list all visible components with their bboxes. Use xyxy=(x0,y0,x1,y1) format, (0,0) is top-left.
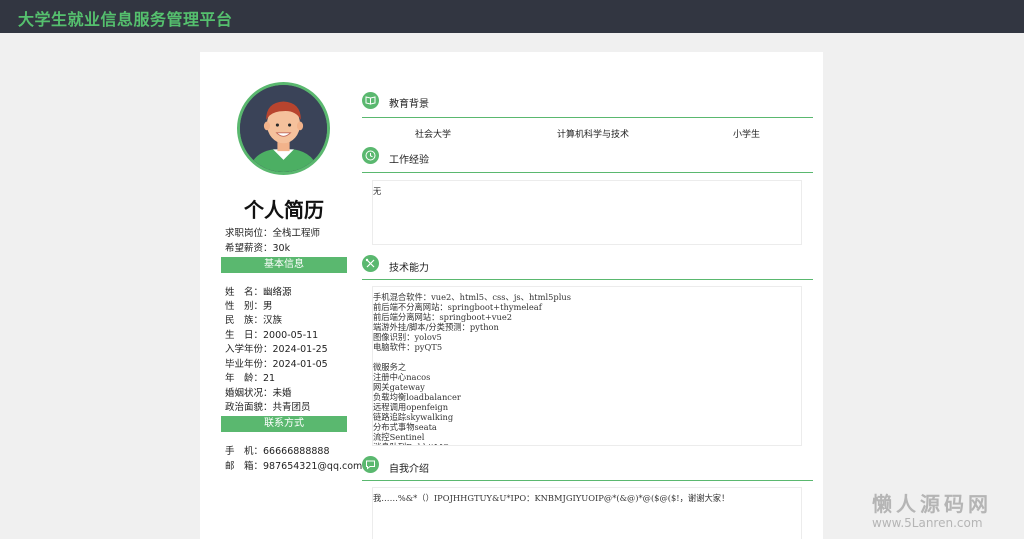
basic-value: 2000-05-11 xyxy=(263,330,319,341)
basic-info-band: 基本信息 xyxy=(221,257,347,273)
app-title: 大学生就业信息服务管理平台 xyxy=(18,10,233,29)
watermark-url: www.5Lanren.com xyxy=(872,516,983,530)
basic-row: 毕业年份：2024-01-05 xyxy=(225,356,328,370)
chat-icon xyxy=(362,456,379,473)
job-value: 全栈工程师 xyxy=(272,228,321,239)
intro-title: 自我介绍 xyxy=(389,464,429,475)
basic-value: 2024-01-05 xyxy=(272,359,328,370)
phone-value: 66666888888 xyxy=(263,446,330,457)
basic-label: 婚姻状况： xyxy=(225,388,273,399)
resume-heading: 个人简历 xyxy=(244,198,324,222)
basic-label: 民 族： xyxy=(225,315,264,326)
contact-label: 手 机： xyxy=(225,446,264,457)
basic-value: 男 xyxy=(263,301,273,312)
salary-label: 希望薪资： xyxy=(225,243,273,254)
intro-rule xyxy=(362,480,813,481)
education-degree: 小学生 xyxy=(733,130,761,140)
contact-label: 邮 箱： xyxy=(225,461,264,472)
education-title: 教育背景 xyxy=(389,99,429,110)
basic-label: 性 别： xyxy=(225,301,264,312)
skills-rule xyxy=(362,279,813,280)
avatar-illustration xyxy=(240,85,327,172)
basic-label: 入学年份： xyxy=(225,344,273,355)
contact-band: 联系方式 xyxy=(221,416,347,432)
contact-row: 邮 箱：987654321@qq.com xyxy=(225,458,362,472)
clock-icon xyxy=(362,147,379,164)
basic-label: 毕业年份： xyxy=(225,359,273,370)
education-major: 计算机科学与技术 xyxy=(557,130,630,140)
work-content: 无 xyxy=(372,180,802,245)
basic-row: 性 别：男 xyxy=(225,298,273,312)
basic-value: 共青团员 xyxy=(272,402,311,413)
basic-row: 民 族：汉族 xyxy=(225,312,282,326)
basic-label: 姓 名： xyxy=(225,287,264,298)
basic-row: 婚姻状况：未婚 xyxy=(225,385,292,399)
basic-value: 21 xyxy=(263,373,276,384)
education-rule xyxy=(362,117,813,118)
resume-card: 个人简历 求职岗位：全栈工程师 希望薪资：30k 基本信息 姓 名：幽络源 性 … xyxy=(200,52,823,539)
book-icon xyxy=(362,92,379,109)
basic-value: 2024-01-25 xyxy=(272,344,328,355)
avatar xyxy=(237,82,330,175)
contact-row: 手 机：66666888888 xyxy=(225,443,330,457)
basic-row: 姓 名：幽络源 xyxy=(225,284,292,298)
skills-title: 技术能力 xyxy=(389,263,429,274)
skills-content: 手机混合软件：vue2、html5、css、js、html5plus 前后端不分… xyxy=(372,286,802,446)
basic-value: 汉族 xyxy=(263,315,283,326)
job-line: 求职岗位：全栈工程师 xyxy=(225,225,320,239)
basic-value: 未婚 xyxy=(272,388,292,399)
top-bar: 大学生就业信息服务管理平台 xyxy=(0,0,1024,33)
salary-value: 30k xyxy=(272,243,291,254)
work-title: 工作经验 xyxy=(389,155,429,166)
job-label: 求职岗位： xyxy=(225,228,273,239)
email-value: 987654321@qq.com xyxy=(263,461,363,472)
basic-row: 入学年份：2024-01-25 xyxy=(225,341,328,355)
basic-label: 年 龄： xyxy=(225,373,264,384)
intro-content: 我……%&*（）IPOJHHGTUY&U*IPO：KNBMJGIYUOIP@*(… xyxy=(372,487,802,539)
work-rule xyxy=(362,172,813,173)
basic-value: 幽络源 xyxy=(263,287,292,298)
basic-row: 年 龄：21 xyxy=(225,370,275,384)
basic-label: 生 日： xyxy=(225,330,264,341)
basic-row: 生 日：2000-05-11 xyxy=(225,327,318,341)
watermark-title: 懒人源码网 xyxy=(872,492,992,516)
basic-label: 政治面貌： xyxy=(225,402,273,413)
education-school: 社会大学 xyxy=(415,130,452,140)
tools-icon xyxy=(362,255,379,272)
basic-row: 政治面貌：共青团员 xyxy=(225,399,311,413)
salary-line: 希望薪资：30k xyxy=(225,240,290,254)
